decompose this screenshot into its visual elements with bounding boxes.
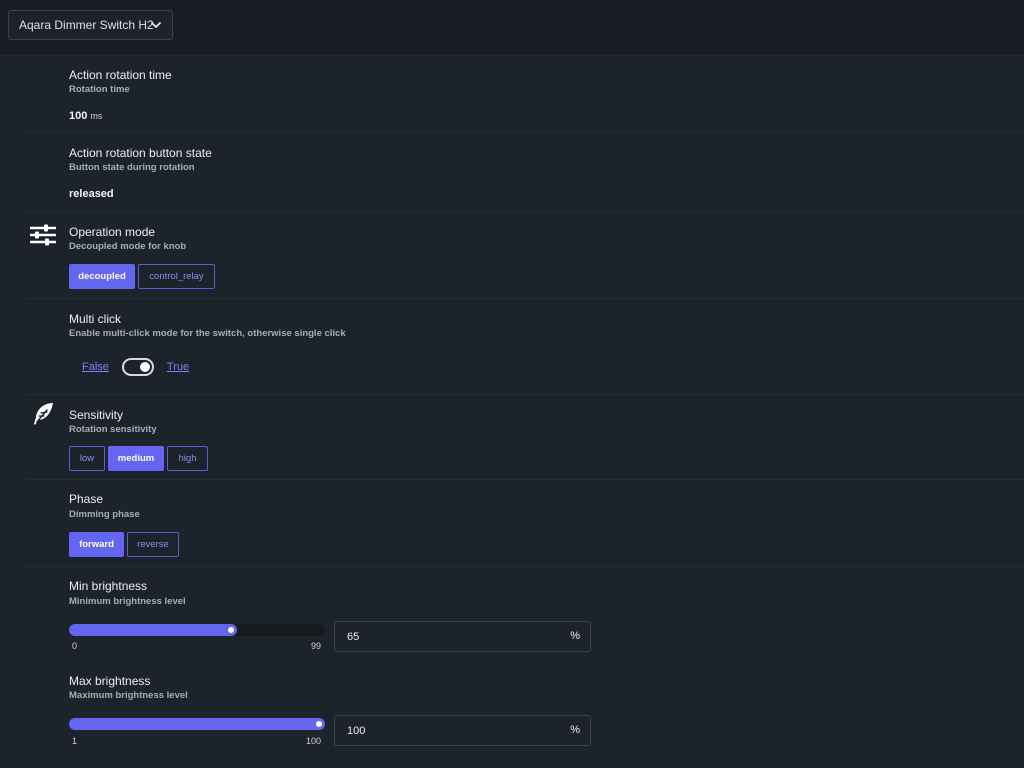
setting-description: Dimming phase xyxy=(69,509,140,520)
slider-fill xyxy=(69,718,325,730)
operation-mode-options: decoupled control_relay xyxy=(69,264,215,289)
option-forward-button[interactable]: forward xyxy=(69,532,124,557)
slider-fill xyxy=(69,624,238,636)
max-brightness-unit: % xyxy=(570,724,580,736)
slider-thumb[interactable] xyxy=(316,721,322,727)
option-decoupled-button[interactable]: decoupled xyxy=(69,264,135,289)
option-control-relay-button[interactable]: control_relay xyxy=(138,264,215,289)
setting-description: Enable multi-click mode for the switch, … xyxy=(69,328,346,339)
setting-title: Min brightness xyxy=(69,579,148,593)
true-link[interactable]: True xyxy=(167,361,189,373)
setting-title: Action rotation button state xyxy=(69,146,212,160)
setting-sensitivity: Sensitivity Rotation sensitivity low med… xyxy=(26,395,1024,480)
slider-max-label: 100 xyxy=(306,736,322,746)
false-link[interactable]: False xyxy=(82,361,109,373)
setting-description: Rotation sensitivity xyxy=(69,424,157,435)
setting-description: Minimum brightness level xyxy=(69,596,186,607)
setting-title: Max brightness xyxy=(69,674,151,688)
option-reverse-button[interactable]: reverse xyxy=(127,532,179,557)
sliders-icon xyxy=(30,224,56,246)
setting-multi-click: Multi click Enable multi-click mode for … xyxy=(26,299,1024,395)
rotation-time-unit: ms xyxy=(90,111,103,121)
setting-operation-mode: Operation mode Decoupled mode for knob d… xyxy=(26,212,1024,299)
toggle-knob xyxy=(139,362,150,372)
setting-title: Sensitivity xyxy=(69,408,124,422)
setting-min-brightness: Min brightness Minimum brightness level … xyxy=(26,567,1024,663)
multi-click-toggle[interactable] xyxy=(121,358,154,376)
setting-title: Operation mode xyxy=(69,225,156,239)
option-low-button[interactable]: low xyxy=(69,446,105,471)
setting-phase: Phase Dimming phase forward reverse xyxy=(26,480,1024,567)
option-medium-button[interactable]: medium xyxy=(108,446,164,471)
min-brightness-value[interactable] xyxy=(345,629,549,644)
device-select-label: Aqara Dimmer Switch H2 xyxy=(19,18,154,32)
multi-click-toggle-row: False True xyxy=(82,358,189,376)
setting-description: Maximum brightness level xyxy=(69,690,188,701)
setting-rotation-button-state: Action rotation button state Button stat… xyxy=(26,133,1024,212)
max-brightness-slider[interactable] xyxy=(69,718,325,730)
slider-min-label: 1 xyxy=(72,736,78,746)
sensitivity-options: low medium high xyxy=(69,446,208,471)
settings-panel: Action rotation time Rotation time 100 ms… xyxy=(0,54,1024,768)
top-bar: Aqara Dimmer Switch H2 xyxy=(0,0,1024,54)
setting-description: Rotation time xyxy=(69,84,130,95)
feather-icon xyxy=(34,403,53,425)
setting-description: Decoupled mode for knob xyxy=(69,241,187,252)
rotation-time-value: 100 xyxy=(69,110,88,122)
setting-value: released xyxy=(69,188,114,200)
slider-max-label: 99 xyxy=(311,641,322,651)
setting-title: Phase xyxy=(69,492,104,506)
slider-min-label: 0 xyxy=(72,641,78,651)
min-brightness-input[interactable]: % xyxy=(334,621,591,652)
device-select[interactable]: Aqara Dimmer Switch H2 xyxy=(8,10,173,40)
setting-rotation-time: Action rotation time Rotation time 100 ms xyxy=(26,54,1024,133)
max-brightness-value[interactable] xyxy=(345,723,549,738)
setting-title: Multi click xyxy=(69,312,122,326)
setting-title: Action rotation time xyxy=(69,68,172,82)
phase-options: forward reverse xyxy=(69,532,179,557)
min-brightness-unit: % xyxy=(570,630,580,642)
chevron-down-icon xyxy=(151,22,161,28)
min-brightness-slider[interactable] xyxy=(69,624,325,636)
setting-max-brightness: Max brightness Maximum brightness level … xyxy=(26,662,1024,758)
max-brightness-input[interactable]: % xyxy=(334,715,591,746)
option-high-button[interactable]: high xyxy=(167,446,208,471)
setting-description: Button state during rotation xyxy=(69,162,195,173)
setting-value: 100 ms xyxy=(69,110,102,122)
